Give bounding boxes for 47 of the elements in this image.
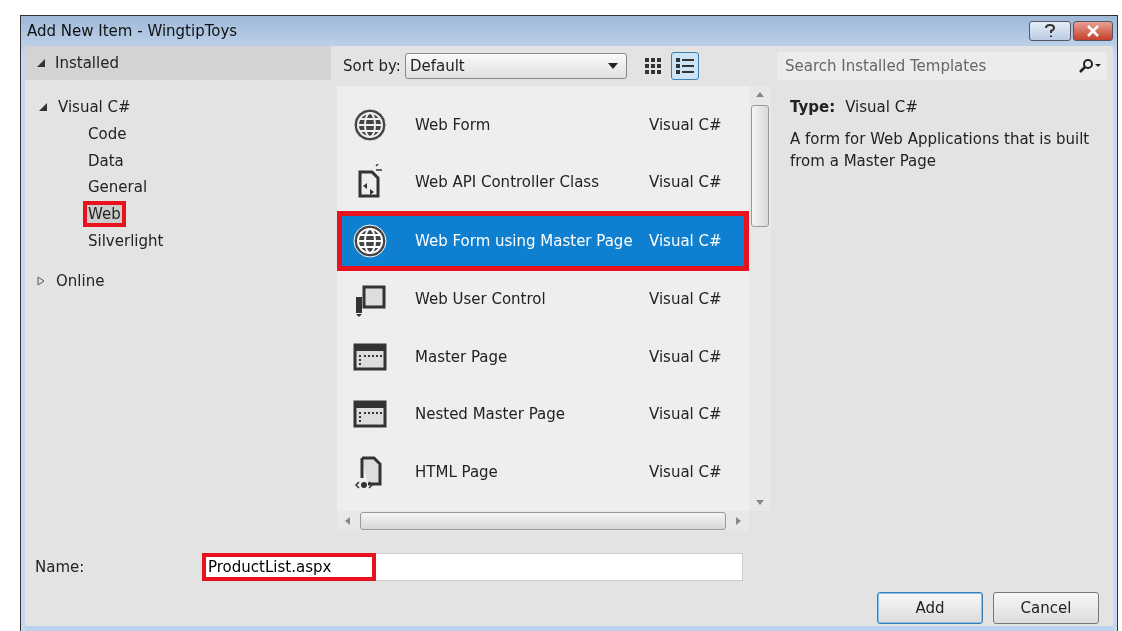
search-icon bbox=[1079, 59, 1101, 73]
horizontal-scrollbar[interactable] bbox=[337, 511, 749, 531]
sort-label: Sort by: bbox=[343, 57, 401, 75]
scroll-right-icon[interactable] bbox=[736, 517, 741, 525]
template-item[interactable]: Web Form using Master Page Visual C# bbox=[337, 210, 749, 271]
window-title: Add New Item - WingtipToys bbox=[27, 22, 238, 40]
scroll-left-icon[interactable] bbox=[345, 517, 350, 525]
template-item[interactable]: HTML Page Visual C# bbox=[337, 442, 749, 501]
expand-arrow-icon bbox=[37, 59, 45, 67]
tree-header[interactable]: Installed bbox=[25, 46, 331, 80]
list-icon bbox=[675, 58, 694, 74]
grid-icon bbox=[644, 58, 661, 74]
tree-item[interactable]: Online bbox=[55, 272, 106, 291]
globe-icon bbox=[352, 106, 388, 143]
template-description: A form for Web Applications that is built from a Master Page bbox=[790, 129, 1091, 172]
type-value: Visual C# bbox=[845, 98, 918, 116]
list-view-button[interactable] bbox=[670, 52, 699, 80]
name-field[interactable]: ProductList.aspx bbox=[203, 553, 743, 581]
question-mark-icon bbox=[1044, 24, 1056, 38]
template-item[interactable]: Web User Control Visual C# bbox=[337, 270, 749, 329]
sort-dropdown[interactable]: Default bbox=[404, 53, 627, 79]
search-field[interactable]: Search Installed Templates bbox=[777, 52, 1107, 80]
template-item[interactable]: Nested Master Page Visual C# bbox=[337, 385, 749, 443]
scrollbar-thumb[interactable] bbox=[360, 512, 726, 530]
globe-icon bbox=[352, 222, 388, 259]
scrollbar-thumb[interactable] bbox=[751, 105, 769, 227]
close-button[interactable] bbox=[1073, 21, 1113, 41]
template-item[interactable]: Web API Controller Class Visual C# bbox=[337, 153, 749, 211]
cancel-button[interactable]: Cancel bbox=[993, 592, 1099, 624]
template-item[interactable]: Master Page Visual C# bbox=[337, 328, 749, 386]
tree-item[interactable]: Code bbox=[87, 125, 128, 144]
search-input[interactable]: Search Installed Templates bbox=[783, 56, 1079, 76]
scroll-up-icon[interactable] bbox=[756, 92, 764, 97]
help-button[interactable] bbox=[1029, 21, 1071, 41]
type-label: Type: bbox=[790, 98, 836, 116]
tree-item[interactable]: Data bbox=[87, 151, 125, 170]
name-input[interactable]: ProductList.aspx bbox=[204, 555, 374, 579]
scroll-down-icon[interactable] bbox=[756, 500, 764, 505]
template-item[interactable]: Web Form Visual C# bbox=[337, 96, 749, 154]
tree-item[interactable]: Visual C# bbox=[57, 98, 132, 117]
dropdown-caret-icon bbox=[607, 63, 618, 69]
vertical-scrollbar[interactable] bbox=[749, 86, 771, 511]
tree-item[interactable]: Silverlight bbox=[87, 231, 165, 250]
close-icon bbox=[1086, 25, 1100, 37]
tree-item[interactable]: General bbox=[87, 178, 149, 197]
add-button[interactable]: Add bbox=[877, 592, 983, 624]
name-label: Name: bbox=[35, 558, 86, 576]
